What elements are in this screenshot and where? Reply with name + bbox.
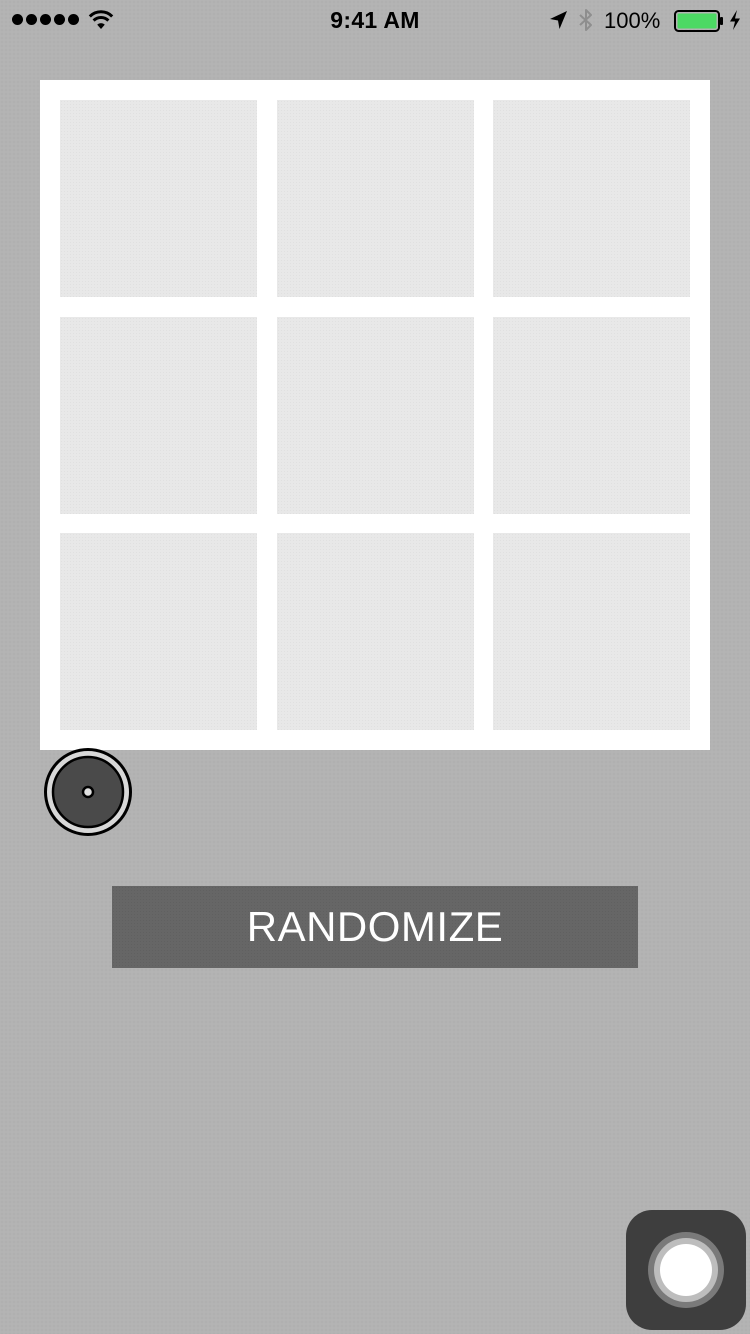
battery-percentage: 100% — [604, 8, 661, 33]
touch-point-icon — [44, 748, 132, 836]
grid-cell[interactable] — [60, 533, 257, 730]
battery-icon — [674, 10, 723, 32]
grid-cell[interactable] — [60, 317, 257, 514]
grid-board — [40, 80, 710, 750]
grid-cell[interactable] — [277, 533, 474, 730]
grid-cell[interactable] — [493, 317, 690, 514]
charging-bolt-icon — [730, 10, 740, 30]
location-arrow-icon — [550, 11, 567, 29]
randomize-button[interactable]: RANDOMIZE — [112, 886, 638, 968]
status-bar: 9:41 AM 100% — [0, 0, 750, 40]
grid-cell[interactable] — [277, 317, 474, 514]
assistive-touch-button[interactable] — [626, 1210, 746, 1330]
grid-cell[interactable] — [277, 100, 474, 297]
bluetooth-icon — [579, 9, 592, 31]
grid-cell[interactable] — [493, 100, 690, 297]
grid-cell[interactable] — [60, 100, 257, 297]
grid-cell[interactable] — [493, 533, 690, 730]
